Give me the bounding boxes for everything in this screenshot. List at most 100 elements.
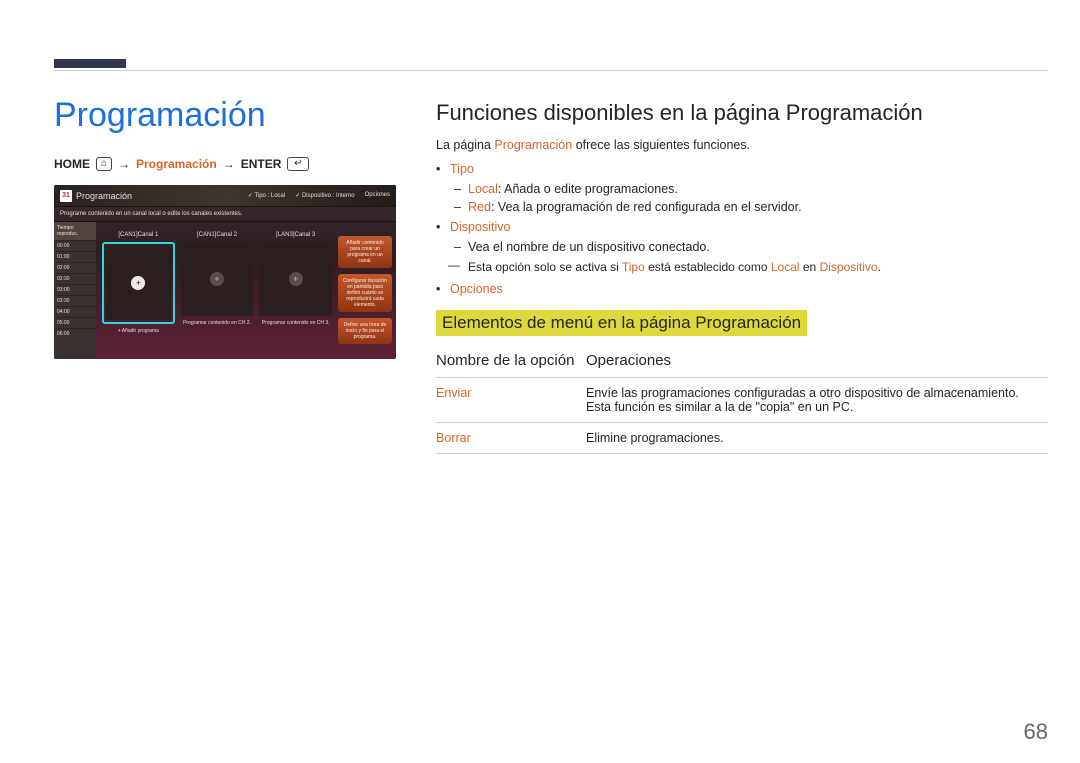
screenshot-subtitle: Programe contenido en un canal local o e…	[54, 207, 396, 222]
row-desc-line: Esta función es similar a la de "copia" …	[586, 400, 853, 414]
time-row: 00:00	[54, 240, 96, 251]
row-name: Enviar	[436, 378, 586, 423]
channel-tile-wrap: +	[181, 242, 254, 316]
screenshot-title-area: 31 Programación	[60, 190, 132, 202]
bullet-list: Opciones	[436, 282, 1048, 296]
channel: [LAN3]Canal 3 + Programar contenido en C…	[259, 228, 332, 354]
channel: [CAN1]Canal 2 + Programar contenido en C…	[181, 228, 254, 354]
intro-keyword: Programación	[494, 138, 572, 152]
header-rule	[54, 70, 1048, 71]
plus-icon: +	[289, 272, 303, 286]
options-th-ops: Operaciones	[586, 346, 1048, 378]
row-desc-line: Elimine programaciones.	[586, 431, 724, 445]
screenshot-title: Programación	[76, 191, 132, 201]
channel-name: [LAN3]Canal 3	[276, 228, 315, 242]
tipo-local-key: Local	[468, 182, 498, 196]
right-tile: Definir una hora de inicio y fin para el…	[338, 318, 392, 344]
channel-caption: Programar contenido en CH 2.	[183, 320, 251, 326]
screenshot-dispositivo: ✓ Dispositivo : Interno	[295, 192, 354, 199]
right-column: Funciones disponibles en la página Progr…	[436, 96, 1048, 454]
screenshot-body: Tiempo reproduc. 00:00 01:00 02:00 02:30…	[54, 222, 396, 359]
screenshot-right-tiles: Añadir contenido para crear un programa …	[338, 222, 396, 359]
right-tile: Añadir contenido para crear un programa …	[338, 236, 392, 268]
plus-icon: +	[131, 276, 145, 290]
bullet-opciones: Opciones	[450, 282, 1048, 296]
row-desc: Elimine programaciones.	[586, 423, 1048, 454]
bullet-tipo: Tipo	[450, 162, 1048, 176]
subsection-heading: Elementos de menú en la página Programac…	[436, 310, 807, 336]
screenshot-opciones: Opciones	[365, 192, 390, 199]
calendar-icon: 31	[60, 190, 72, 202]
home-icon: ⌂	[96, 157, 112, 171]
time-row: 03:00	[54, 284, 96, 295]
breadcrumb-home: HOME	[54, 157, 90, 171]
time-row: 01:00	[54, 251, 96, 262]
footnote-text: .	[878, 260, 881, 274]
footnote-kw: Dispositivo	[820, 260, 878, 274]
time-row: 04:00	[54, 306, 96, 317]
channel-name: [CAN1]Canal 1	[118, 228, 158, 242]
enter-icon: ↵	[287, 157, 309, 171]
channel-tile: +	[259, 242, 332, 316]
channel-caption: Programar contenido en CH 3.	[262, 320, 330, 326]
time-row: 05:00	[54, 317, 96, 328]
section-heading: Funciones disponibles en la página Progr…	[436, 100, 1048, 126]
times-header: Tiempo reproduc.	[54, 222, 96, 240]
footnote: Esta opción solo se activa si Tipo está …	[468, 260, 1048, 274]
tipo-red-val: : Vea la programación de red configurada…	[491, 200, 802, 214]
channel-tile-selected: +	[102, 242, 175, 324]
page-number: 68	[1024, 719, 1048, 745]
tipo-local: Local: Añada o edite programaciones.	[454, 182, 1048, 196]
channel-name: [CAN1]Canal 2	[197, 228, 237, 242]
screenshot-header: 31 Programación ✓ Tipo : Local ✓ Disposi…	[54, 185, 396, 207]
tipo-sublist: Local: Añada o edite programaciones. Red…	[454, 182, 1048, 214]
channel-tile-wrap: +	[259, 242, 332, 316]
bullet-list: Dispositivo	[436, 220, 1048, 234]
breadcrumb: HOME ⌂ → Programación → ENTER ↵	[54, 157, 396, 171]
right-tile: Configurar duración en pantalla para def…	[338, 274, 392, 312]
screenshot-header-right: ✓ Tipo : Local ✓ Dispositivo : Interno O…	[248, 192, 390, 199]
page-title: Programación	[54, 96, 396, 135]
footnote-text: Esta opción solo se activa si	[468, 260, 622, 274]
breadcrumb-enter: ENTER	[241, 157, 282, 171]
screenshot-preview: 31 Programación ✓ Tipo : Local ✓ Disposi…	[54, 185, 396, 359]
screenshot-tipo: ✓ Tipo : Local	[248, 192, 285, 199]
bullet-list: Tipo	[436, 162, 1048, 176]
intro-paragraph: La página Programación ofrece las siguie…	[436, 138, 1048, 152]
channel-tile: +	[106, 246, 171, 320]
time-row: 06:00	[54, 328, 96, 339]
footnote-kw: Tipo	[622, 260, 645, 274]
channel-caption: + Añadir programa	[118, 328, 159, 334]
screenshot-times-column: Tiempo reproduc. 00:00 01:00 02:00 02:30…	[54, 222, 96, 359]
time-row: 02:30	[54, 273, 96, 284]
bullet-dispositivo: Dispositivo	[450, 220, 1048, 234]
footnote-text: en	[800, 260, 820, 274]
dispositivo-sublist: Vea el nombre de un dispositivo conectad…	[454, 240, 1048, 254]
intro-text: ofrece las siguientes funciones.	[572, 138, 750, 152]
footnote-text: está establecido como	[645, 260, 771, 274]
footnote-kw: Local	[771, 260, 800, 274]
dispositivo-desc: Vea el nombre de un dispositivo conectad…	[454, 240, 1048, 254]
row-desc: Envíe las programaciones configuradas a …	[586, 378, 1048, 423]
options-th-name: Nombre de la opción	[436, 346, 586, 378]
options-table: Nombre de la opción Operaciones Enviar E…	[436, 346, 1048, 454]
plus-icon: +	[210, 272, 224, 286]
breadcrumb-arrow-1: →	[118, 157, 130, 171]
row-name: Borrar	[436, 423, 586, 454]
screenshot-channels: [CAN1]Canal 1 + + Añadir programa [CAN1]…	[96, 222, 338, 359]
intro-text: La página	[436, 138, 494, 152]
tipo-local-val: : Añada o edite programaciones.	[498, 182, 678, 196]
tipo-red: Red: Vea la programación de red configur…	[454, 200, 1048, 214]
row-desc-line: Envíe las programaciones configuradas a …	[586, 386, 1019, 400]
breadcrumb-arrow-2: →	[223, 157, 235, 171]
page-body: Programación HOME ⌂ → Programación → ENT…	[54, 96, 1048, 454]
breadcrumb-current: Programación	[136, 157, 217, 171]
table-row: Enviar Envíe las programaciones configur…	[436, 378, 1048, 423]
tipo-red-key: Red	[468, 200, 491, 214]
left-column: Programación HOME ⌂ → Programación → ENT…	[54, 96, 396, 454]
time-row: 03:30	[54, 295, 96, 306]
table-row: Borrar Elimine programaciones.	[436, 423, 1048, 454]
channel: [CAN1]Canal 1 + + Añadir programa	[102, 228, 175, 354]
channel-tile: +	[181, 242, 254, 316]
time-row: 02:00	[54, 262, 96, 273]
